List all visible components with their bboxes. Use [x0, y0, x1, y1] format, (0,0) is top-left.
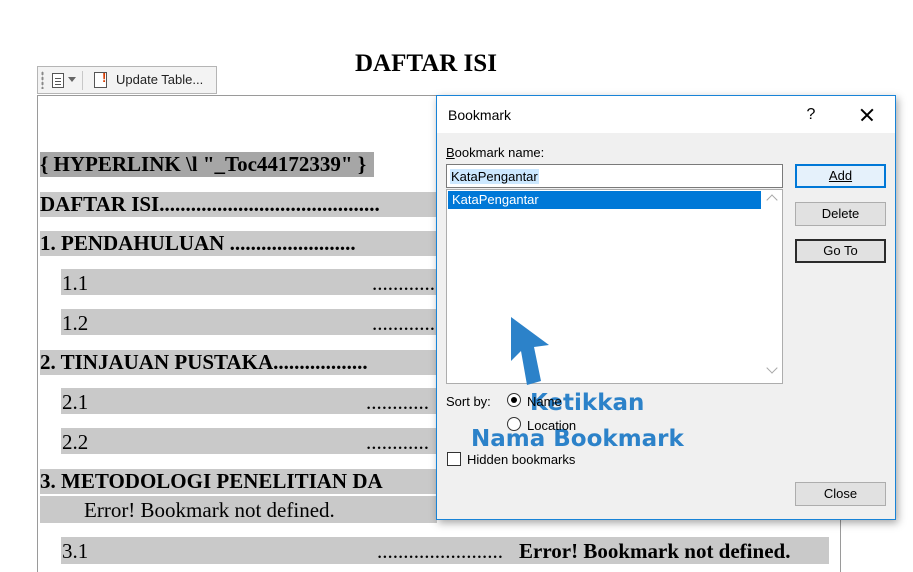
toc-entry-number: 2.1 [62, 390, 89, 414]
hidden-bookmarks-checkbox[interactable] [447, 452, 461, 466]
bookmark-list[interactable]: KataPengantar Ketikkan Nama Bookmark [446, 189, 783, 452]
toc-entry-number: 1.2 [62, 311, 89, 335]
chevron-down-icon[interactable] [68, 77, 76, 82]
toolbar-separator [82, 71, 83, 90]
bookmark-name-label: Bookmark name: [446, 145, 544, 160]
toc-entry-leader: ............ [372, 311, 435, 335]
add-button[interactable]: Add [795, 164, 886, 188]
scroll-down-icon[interactable] [766, 362, 778, 374]
toc-entry-leader: ........................ [377, 539, 503, 563]
bookmark-name-label-text: ookmark name: [454, 145, 545, 160]
toc-entry-leader: ............ [366, 430, 429, 454]
document-heading: DAFTAR ISI [355, 50, 497, 77]
delete-button[interactable]: Delete [795, 202, 886, 226]
toc-toolbar: Update Table... [37, 66, 217, 94]
bookmark-name-value: KataPengantar [450, 169, 539, 184]
bookmark-name-input[interactable]: KataPengantar [446, 164, 783, 188]
sort-name-radio[interactable] [507, 393, 521, 407]
dialog-title: Bookmark [448, 107, 512, 123]
content-control-border-top [37, 95, 437, 96]
access-key: B [446, 145, 455, 160]
content-control-border-right [840, 520, 841, 572]
table-of-contents-icon[interactable] [52, 73, 64, 88]
toc-entry-metodologi[interactable]: 3. METODOLOGI PENELITIAN DA [40, 469, 437, 494]
close-button[interactable]: Close [795, 482, 886, 506]
add-button-label: Add [828, 168, 853, 183]
list-item-selected[interactable]: KataPengantar [448, 191, 761, 209]
sort-name-label[interactable]: Name [527, 394, 562, 409]
update-table-button[interactable]: Update Table... [116, 72, 203, 87]
scroll-up-icon[interactable] [766, 194, 778, 206]
go-to-button[interactable]: Go To [795, 239, 886, 263]
hidden-bookmarks-label[interactable]: Hidden bookmarks [467, 452, 575, 467]
sort-location-label[interactable]: Location [527, 418, 576, 433]
toolbar-grip-handle[interactable] [41, 71, 44, 89]
close-icon[interactable] [849, 102, 885, 128]
field-code-text[interactable]: { HYPERLINK \l "_Toc44172339" } [40, 152, 375, 177]
sort-location-radio[interactable] [507, 417, 521, 431]
error-bookmark-text: Error! Bookmark not defined. [519, 539, 791, 563]
sort-by-label: Sort by: [446, 394, 491, 409]
toc-entry-daftar-isi[interactable]: DAFTAR ISI..............................… [40, 192, 437, 217]
toc-entry-pendahuluan[interactable]: 1. PENDAHULUAN ........................ [40, 231, 437, 256]
pointer-arrow-icon [511, 317, 549, 385]
toc-entry-leader: ............ [372, 271, 435, 295]
toc-entry-leader: ............ [366, 390, 429, 414]
toc-entry-number: 3.1 [62, 539, 89, 563]
annotation-line-2: Nama Bookmark [471, 426, 684, 452]
update-table-icon [94, 70, 107, 88]
dialog-titlebar[interactable]: Bookmark ? [437, 96, 895, 133]
content-control-border-left [37, 95, 38, 572]
bookmark-dialog: Bookmark ? Bookmark name: KataPengantar … [436, 95, 896, 520]
toc-entry-tinjauan-pustaka[interactable]: 2. TINJAUAN PUSTAKA.................. [40, 350, 437, 375]
error-bookmark-text: Error! Bookmark not defined. [84, 498, 335, 522]
toc-entry-number: 1.1 [62, 271, 89, 295]
toc-entry-number: 2.2 [62, 430, 89, 454]
help-button[interactable]: ? [797, 102, 825, 128]
